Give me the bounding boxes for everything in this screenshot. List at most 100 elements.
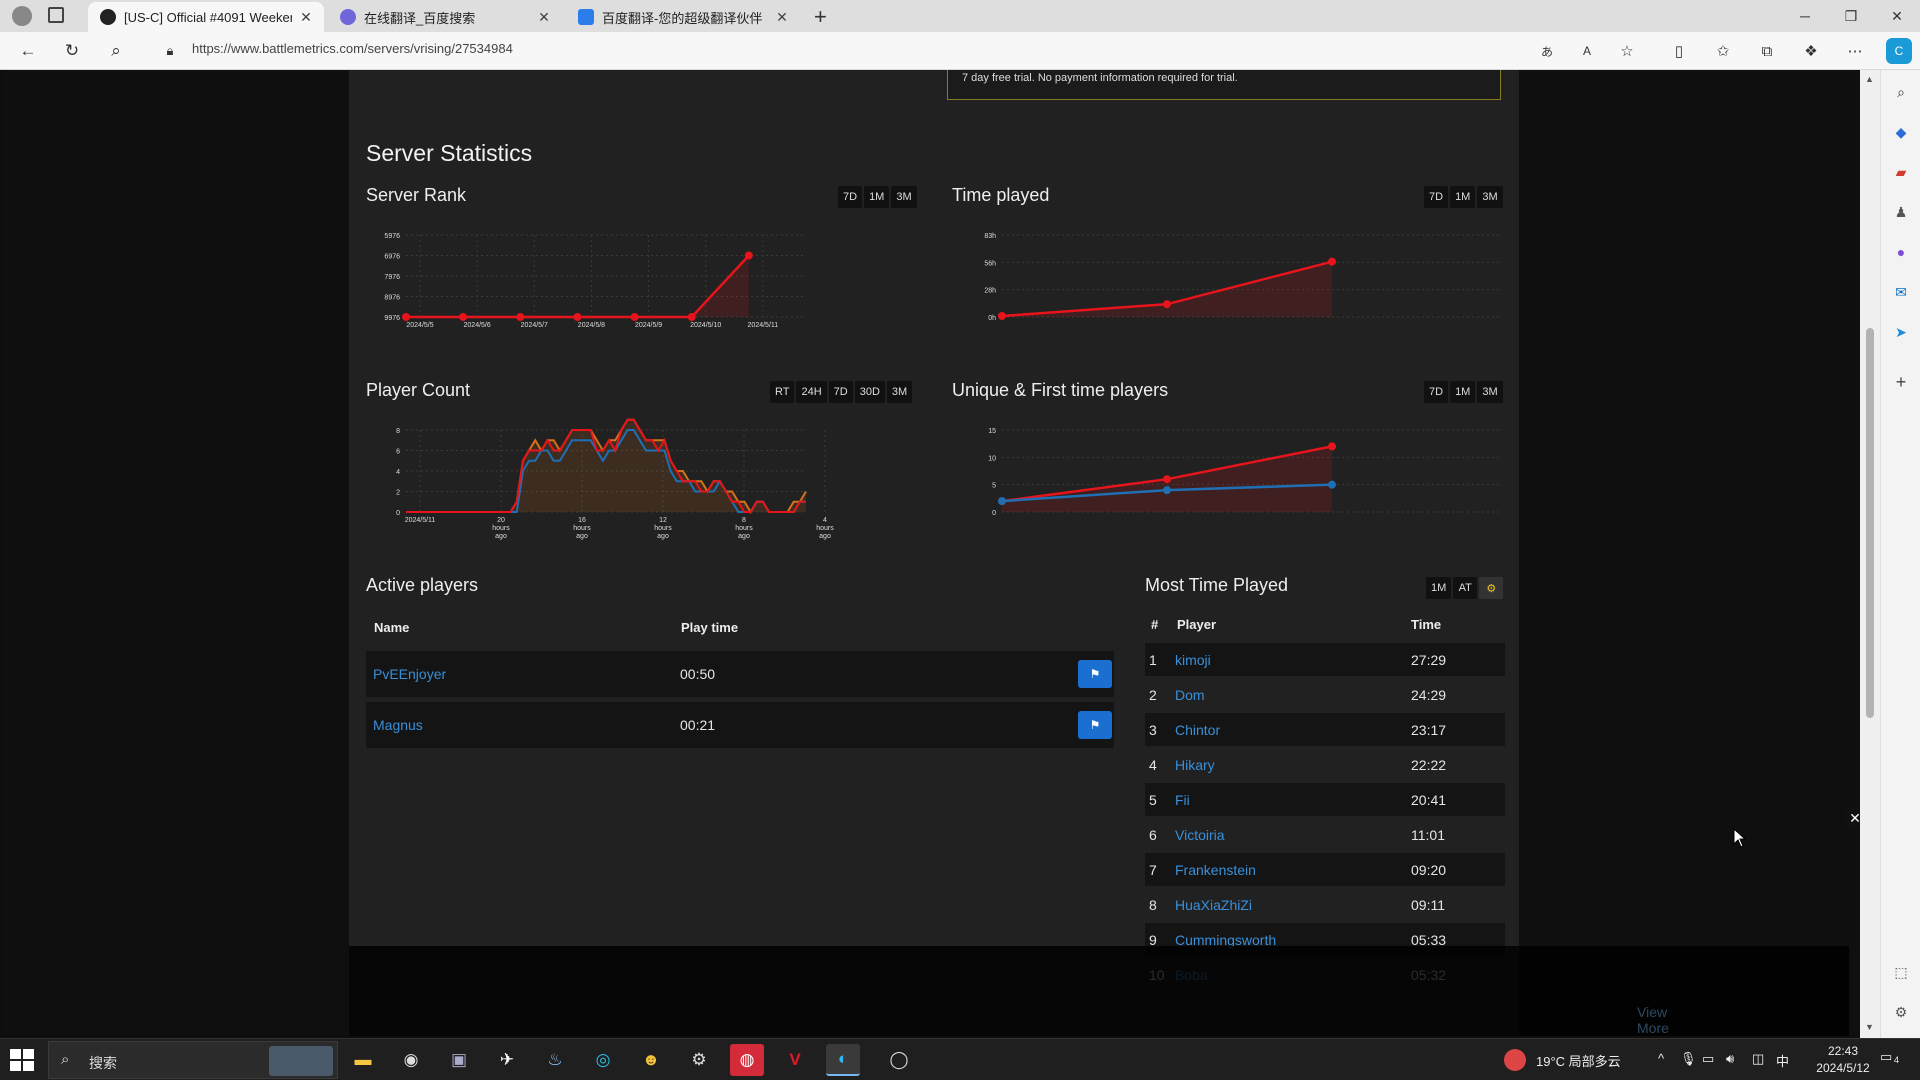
lock-icon[interactable]: 🔒︎ xyxy=(156,37,184,65)
sidebar-settings-icon[interactable]: ⚙ xyxy=(1889,1000,1913,1024)
y-tick-label: 2 xyxy=(396,490,400,497)
tab-baidu-translate[interactable]: 百度翻译-您的超级翻译伙伴 ✕ xyxy=(566,2,800,32)
read-aloud-icon[interactable]: A xyxy=(1574,38,1600,64)
player-link[interactable]: PvEEnjoyer xyxy=(373,666,446,682)
range-7d-button[interactable]: 7D xyxy=(828,381,853,403)
player-link[interactable]: Hikary xyxy=(1175,757,1215,773)
vrising-icon[interactable]: V xyxy=(778,1044,812,1076)
settings-gear-icon[interactable]: ⚙ xyxy=(1479,577,1504,599)
display-icon[interactable]: ◫ xyxy=(1752,1051,1764,1067)
taskbar-search[interactable]: ⌕ 搜索 xyxy=(48,1041,338,1079)
clock[interactable]: 22:43 2024/5/12 xyxy=(1808,1043,1878,1077)
close-tab-icon[interactable]: ✕ xyxy=(774,9,790,26)
app-icon[interactable]: ◯ xyxy=(882,1044,916,1076)
games-icon[interactable]: ♟ xyxy=(1889,200,1913,224)
flag-icon[interactable]: ⚑ xyxy=(1078,660,1112,688)
url-field[interactable]: https://www.battlemetrics.com/servers/vr… xyxy=(192,41,513,56)
range-1m-button[interactable]: 1M xyxy=(1450,186,1476,208)
player-link[interactable]: kimoji xyxy=(1175,652,1211,668)
range-3m-button[interactable]: 3M xyxy=(886,381,913,403)
tab-battlemetrics[interactable]: [US-C] Official #4091 Weekend F ✕ xyxy=(88,2,324,32)
range-3m-button[interactable]: 3M xyxy=(891,186,917,208)
microsoft365-icon[interactable]: ● xyxy=(1889,240,1913,264)
profile-avatar[interactable] xyxy=(12,6,32,26)
range-1m-button[interactable]: 1M xyxy=(864,186,890,208)
player-link[interactable]: Fii xyxy=(1175,792,1190,808)
file-explorer-icon[interactable]: ▬ xyxy=(346,1044,380,1076)
view-more-link[interactable]: View More xyxy=(1637,1004,1669,1036)
range-7d-button[interactable]: 7D xyxy=(838,186,863,208)
translate-icon[interactable]: あ xyxy=(1534,38,1560,64)
restore-button[interactable]: ❐ xyxy=(1828,0,1874,32)
scrollbar[interactable]: ▲ ▼ xyxy=(1860,70,1880,1038)
volume-icon[interactable]: 🔊︎ xyxy=(1726,1051,1734,1067)
split-screen-icon[interactable]: ▯ xyxy=(1666,38,1692,64)
data-point xyxy=(1328,480,1336,489)
range-24h-button[interactable]: 24H xyxy=(796,381,827,403)
tab-actions-icon[interactable] xyxy=(48,7,64,23)
close-tab-icon[interactable]: ✕ xyxy=(298,9,314,26)
copilot-icon[interactable]: C xyxy=(1886,38,1912,64)
edge-icon[interactable]: ◐ xyxy=(826,1044,860,1076)
tray-expand-icon[interactable]: ^ xyxy=(1658,1051,1664,1066)
steam-icon[interactable]: ♨ xyxy=(538,1044,572,1076)
range-7d-button[interactable]: 7D xyxy=(1424,186,1449,208)
time-played-title: Time played xyxy=(952,185,1050,205)
player-link[interactable]: HuaXiaZhiZi xyxy=(1175,897,1252,913)
player-link[interactable]: Frankenstein xyxy=(1175,862,1256,878)
add-sidebar-app-icon[interactable]: + xyxy=(1889,370,1913,394)
player-link[interactable]: Dom xyxy=(1175,687,1205,703)
extensions-icon[interactable]: ❖ xyxy=(1798,38,1824,64)
range-1m-button[interactable]: 1M xyxy=(1450,381,1476,403)
most-time-played-title: Most Time Played xyxy=(1145,575,1289,595)
app-icon[interactable]: ◎ xyxy=(586,1044,620,1076)
range-3m-button[interactable]: 3M xyxy=(1477,186,1503,208)
scroll-thumb[interactable] xyxy=(1866,328,1874,718)
collections-icon[interactable]: ⧉ xyxy=(1754,38,1780,64)
ime-indicator[interactable]: 中 xyxy=(1776,1051,1789,1070)
notification-center-icon[interactable]: ▭ 4 xyxy=(1880,1049,1906,1071)
new-tab-button[interactable]: + xyxy=(814,4,827,30)
favorites-icon[interactable]: ✩ xyxy=(1710,38,1736,64)
close-ad-icon[interactable]: ✕ xyxy=(1845,808,1860,828)
favorite-star-icon[interactable]: ☆ xyxy=(1614,38,1640,64)
netease-music-icon[interactable]: ◍ xyxy=(730,1044,764,1076)
tools-icon[interactable]: ▰ xyxy=(1889,160,1913,184)
flag-icon[interactable]: ⚑ xyxy=(1078,711,1112,739)
shopping-tag-icon[interactable]: ◆ xyxy=(1889,120,1913,144)
range-1m-button[interactable]: 1M xyxy=(1426,577,1452,599)
more-menu-icon[interactable]: ⋯ xyxy=(1842,38,1868,64)
range-3m-button[interactable]: 3M xyxy=(1477,381,1503,403)
settings-icon[interactable]: ⚙ xyxy=(682,1044,716,1076)
close-tab-icon[interactable]: ✕ xyxy=(536,9,552,26)
x-tick-label: ago xyxy=(738,533,750,540)
player-link[interactable]: Victoiria xyxy=(1175,827,1225,843)
refresh-icon[interactable]: ↻ xyxy=(58,37,86,65)
range-at-button[interactable]: AT xyxy=(1453,577,1478,599)
scroll-up-icon[interactable]: ▲ xyxy=(1865,74,1874,84)
scroll-down-icon[interactable]: ▼ xyxy=(1865,1022,1874,1032)
back-icon[interactable]: ← xyxy=(14,37,42,65)
windows-start-icon[interactable] xyxy=(10,1049,34,1071)
send-icon[interactable]: ➤ xyxy=(1889,320,1913,344)
player-link[interactable]: Chintor xyxy=(1175,722,1220,738)
microphone-icon[interactable]: 🎙︎ xyxy=(1680,1051,1697,1067)
tab-baidu-search[interactable]: 在线翻译_百度搜索 ✕ xyxy=(328,2,562,32)
search-icon[interactable]: ⌕ xyxy=(102,37,130,65)
screenshot-icon[interactable]: ⬚ xyxy=(1889,960,1913,984)
obs-icon[interactable]: ◉ xyxy=(394,1044,428,1076)
outlook-icon[interactable]: ✉ xyxy=(1889,280,1913,304)
close-window-button[interactable]: ✕ xyxy=(1874,0,1920,32)
owl-app-icon[interactable]: ☻ xyxy=(634,1044,668,1076)
app-icon[interactable]: ✈ xyxy=(490,1044,524,1076)
player-link[interactable]: Magnus xyxy=(373,717,423,733)
network-icon[interactable]: ▭ xyxy=(1702,1051,1714,1067)
range-rt-button[interactable]: RT xyxy=(770,381,795,403)
weather-icon[interactable] xyxy=(1504,1049,1526,1071)
weather-text[interactable]: 19°C 局部多云 xyxy=(1536,1051,1621,1070)
sidebar-search-icon[interactable]: ⌕ xyxy=(1889,80,1913,104)
range-7d-button[interactable]: 7D xyxy=(1424,381,1449,403)
range-30d-button[interactable]: 30D xyxy=(854,381,885,403)
minimize-button[interactable]: ─ xyxy=(1782,0,1828,32)
app-icon[interactable]: ▣ xyxy=(442,1044,476,1076)
